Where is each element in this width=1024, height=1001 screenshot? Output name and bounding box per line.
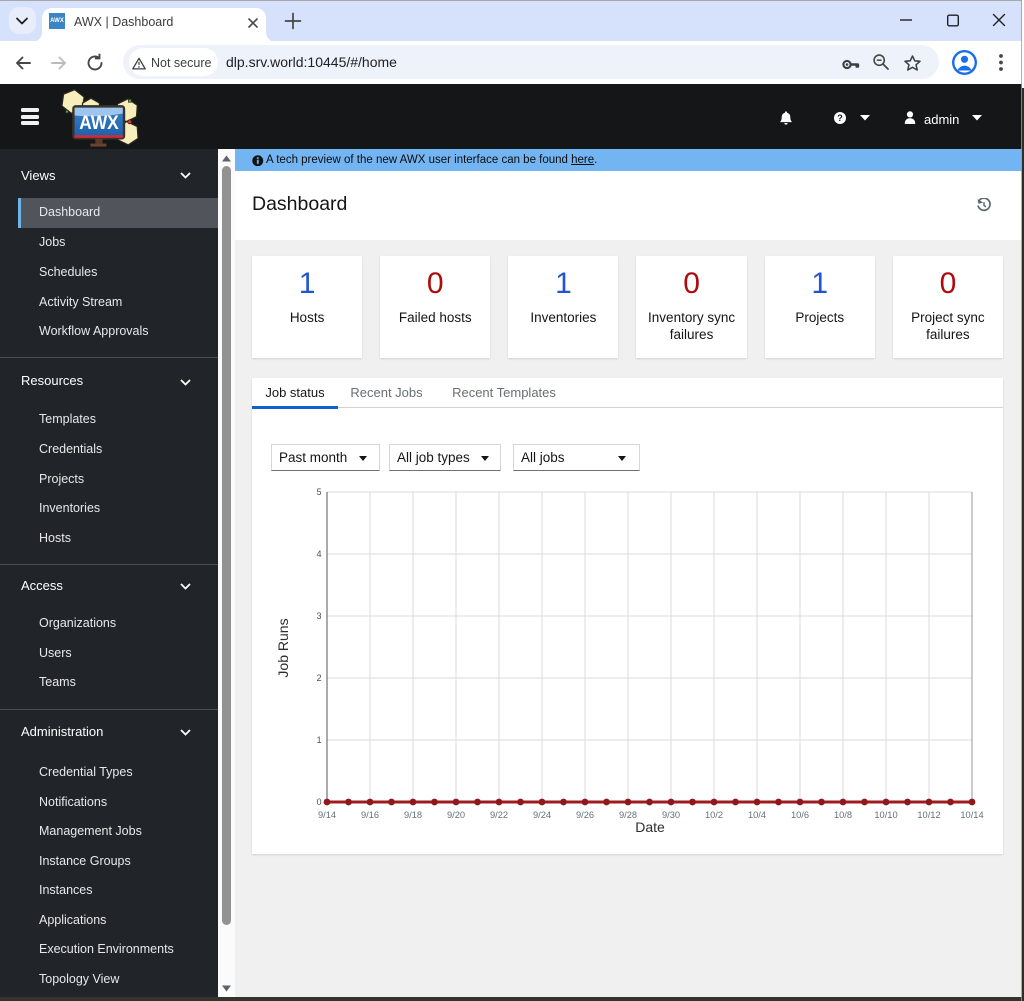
svg-text:9/26: 9/26	[576, 810, 594, 820]
svg-text:10/2: 10/2	[705, 810, 723, 820]
svg-text:?: ?	[837, 113, 843, 123]
svg-text:9/24: 9/24	[533, 810, 551, 820]
svg-text:Date: Date	[635, 819, 665, 835]
svg-text:AWX: AWX	[79, 113, 119, 134]
svg-text:Job Runs: Job Runs	[275, 618, 291, 677]
svg-text:10/12: 10/12	[917, 810, 940, 820]
svg-text:5: 5	[317, 487, 322, 497]
svg-text:0: 0	[317, 797, 322, 807]
svg-text:10/14: 10/14	[960, 810, 983, 820]
svg-text:10/4: 10/4	[748, 810, 766, 820]
svg-text:10/8: 10/8	[834, 810, 852, 820]
svg-text:9/22: 9/22	[490, 810, 508, 820]
svg-text:3: 3	[317, 611, 322, 621]
svg-text:4: 4	[317, 549, 322, 559]
svg-text:10/10: 10/10	[874, 810, 897, 820]
svg-text:10/6: 10/6	[791, 810, 809, 820]
svg-text:2: 2	[317, 673, 322, 683]
svg-text:9/18: 9/18	[404, 810, 422, 820]
svg-text:9/20: 9/20	[447, 810, 465, 820]
svg-text:9/14: 9/14	[318, 810, 336, 820]
svg-text:1: 1	[317, 735, 322, 745]
svg-text:9/16: 9/16	[361, 810, 379, 820]
